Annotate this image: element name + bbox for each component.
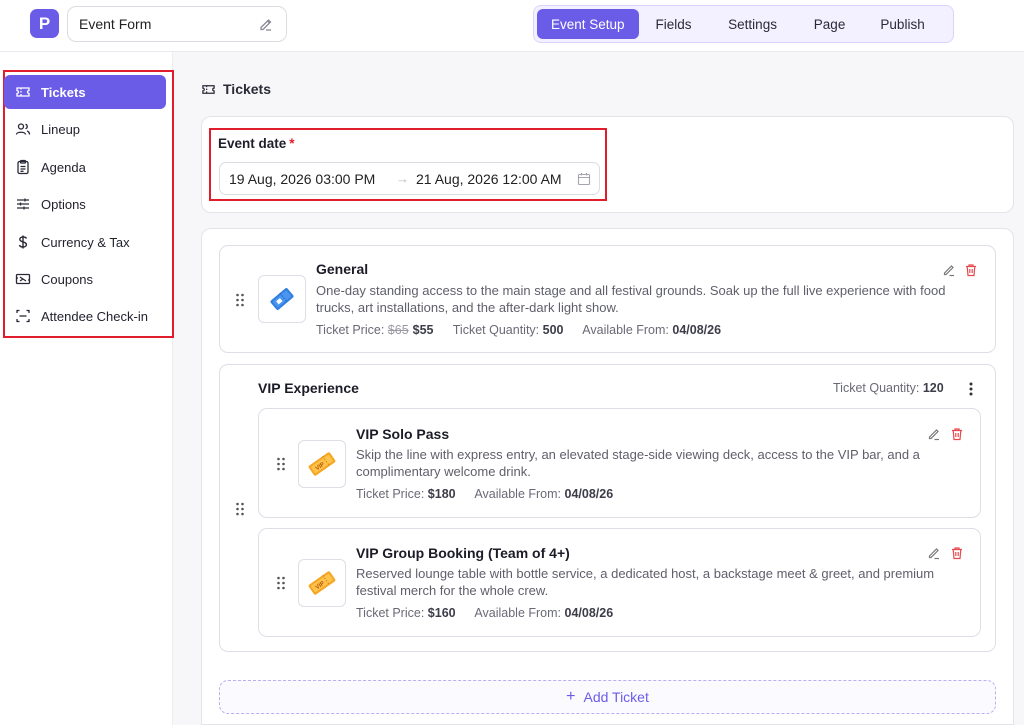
tab-page[interactable]: Page: [797, 9, 863, 39]
available-value: 04/08/26: [672, 323, 722, 337]
start-date-value[interactable]: 19 Aug, 2026 03:00 PM: [229, 171, 375, 187]
edit-icon[interactable]: [927, 546, 941, 560]
sidebar-item-label: Currency & Tax: [41, 234, 130, 250]
sidebar-item-coupons[interactable]: Coupons: [4, 262, 166, 296]
available-label: Available From:: [582, 323, 669, 337]
pencil-icon[interactable]: [258, 16, 274, 32]
clipboard-icon: [17, 159, 29, 175]
section-title-text: Tickets: [223, 81, 271, 97]
ticket-icon: [16, 87, 30, 97]
price-label: Ticket Price:: [316, 323, 385, 337]
delete-icon[interactable]: [964, 263, 978, 277]
add-ticket-label: Add Ticket: [583, 689, 649, 705]
available-label: Available From:: [474, 487, 562, 501]
price-value: $160: [427, 606, 456, 620]
quantity-value: 500: [542, 323, 564, 337]
sidebar-item-attendee-checkin[interactable]: Attendee Check-in: [4, 299, 166, 333]
quantity-label: Ticket Quantity:: [452, 323, 540, 337]
scan-icon: [16, 309, 30, 323]
top-bar: P Event Form Event Setup Fields Settings…: [0, 0, 1024, 52]
more-vertical-icon[interactable]: [966, 381, 976, 397]
app-logo: P: [30, 9, 59, 38]
vip-ticket-icon: VIP: [308, 452, 336, 476]
ticket-name: VIP Group Booking (Team of 4+): [356, 545, 570, 561]
available-value: 04/08/26: [564, 606, 614, 620]
section-title: Tickets: [201, 79, 271, 99]
price-label: Ticket Price:: [356, 487, 425, 501]
dollar-icon: [18, 235, 28, 249]
users-icon: [15, 123, 31, 135]
plus-icon: +: [566, 688, 576, 705]
event-date-range-input[interactable]: 19 Aug, 2026 03:00 PM → 21 Aug, 2026 12:…: [219, 162, 600, 195]
sidebar-item-label: Lineup: [41, 121, 81, 137]
ticket-thumbnail: [258, 275, 306, 323]
old-price: $65: [387, 323, 409, 337]
calendar-icon[interactable]: [577, 172, 591, 186]
sidebar-item-tickets[interactable]: Tickets: [4, 75, 166, 109]
group-quantity: Ticket Quantity: 120: [833, 381, 944, 395]
edit-icon[interactable]: [927, 427, 941, 441]
price-label: Ticket Price:: [356, 606, 425, 620]
sidebar-item-agenda[interactable]: Agenda: [4, 150, 166, 184]
sidebar-item-label: Options: [41, 196, 86, 212]
form-name-text: Event Form: [79, 16, 152, 32]
tab-settings[interactable]: Settings: [709, 9, 797, 39]
delete-icon[interactable]: [950, 427, 964, 441]
delete-icon[interactable]: [950, 546, 964, 560]
edit-icon[interactable]: [942, 263, 956, 277]
ticket-meta: Ticket Price: $180 Available From: 04/08…: [356, 487, 613, 501]
ticket-icon: [202, 84, 215, 94]
quantity-value: 120: [922, 381, 944, 395]
sidebar-item-options[interactable]: Options: [4, 187, 166, 221]
ticket-thumbnail: VIP: [298, 559, 346, 607]
sidebar: Tickets Lineup Agenda Options Currency &…: [0, 52, 174, 725]
main-tabs: Event Setup Fields Settings Page Publish: [533, 5, 954, 43]
sidebar-item-label: Coupons: [41, 271, 94, 287]
available-label: Available From:: [474, 606, 562, 620]
sidebar-item-label: Tickets: [41, 84, 86, 100]
drag-handle-icon[interactable]: [235, 502, 245, 516]
sidebar-item-currency-tax[interactable]: Currency & Tax: [4, 225, 166, 259]
drag-handle-icon[interactable]: [276, 457, 286, 471]
price-value: $180: [427, 487, 456, 501]
ticket-description: Skip the line with express entry, an ele…: [356, 447, 920, 479]
sliders-icon: [17, 198, 29, 210]
tab-fields[interactable]: Fields: [639, 9, 709, 39]
event-date-label-text: Event date: [218, 136, 287, 151]
event-date-label: Event date *: [218, 136, 295, 151]
ticket-meta: Ticket Price: $65 $55 Ticket Quantity: 50…: [316, 323, 721, 337]
quantity-label: Ticket Quantity:: [833, 381, 920, 395]
vip-ticket-icon: VIP: [308, 571, 336, 595]
group-name: VIP Experience: [258, 380, 359, 396]
add-ticket-button[interactable]: + Add Ticket: [219, 680, 996, 714]
required-mark: *: [289, 136, 295, 151]
drag-handle-icon[interactable]: [235, 293, 245, 307]
ticket-name: General: [316, 261, 369, 277]
ticket-meta: Ticket Price: $160 Available From: 04/08…: [356, 606, 613, 620]
ticket-thumbnail: VIP: [298, 440, 346, 488]
price-value: $55: [412, 323, 434, 337]
sidebar-item-label: Attendee Check-in: [41, 308, 148, 324]
drag-handle-icon[interactable]: [276, 576, 286, 590]
available-value: 04/08/26: [564, 487, 614, 501]
tab-event-setup[interactable]: Event Setup: [537, 9, 639, 39]
coupon-icon: [15, 273, 31, 285]
ticket-description: One-day standing access to the main stag…: [316, 283, 946, 315]
ticket-description: Reserved lounge table with bottle servic…: [356, 566, 935, 598]
ticket-name: VIP Solo Pass: [356, 426, 450, 442]
arrow-right-icon: →: [396, 171, 409, 186]
sidebar-item-label: Agenda: [41, 159, 86, 175]
sidebar-item-lineup[interactable]: Lineup: [4, 112, 166, 146]
blue-ticket-icon: [270, 288, 294, 310]
form-name-field[interactable]: Event Form: [67, 6, 287, 42]
end-date-value[interactable]: 21 Aug, 2026 12:00 AM: [416, 171, 562, 187]
tab-publish[interactable]: Publish: [863, 9, 943, 39]
